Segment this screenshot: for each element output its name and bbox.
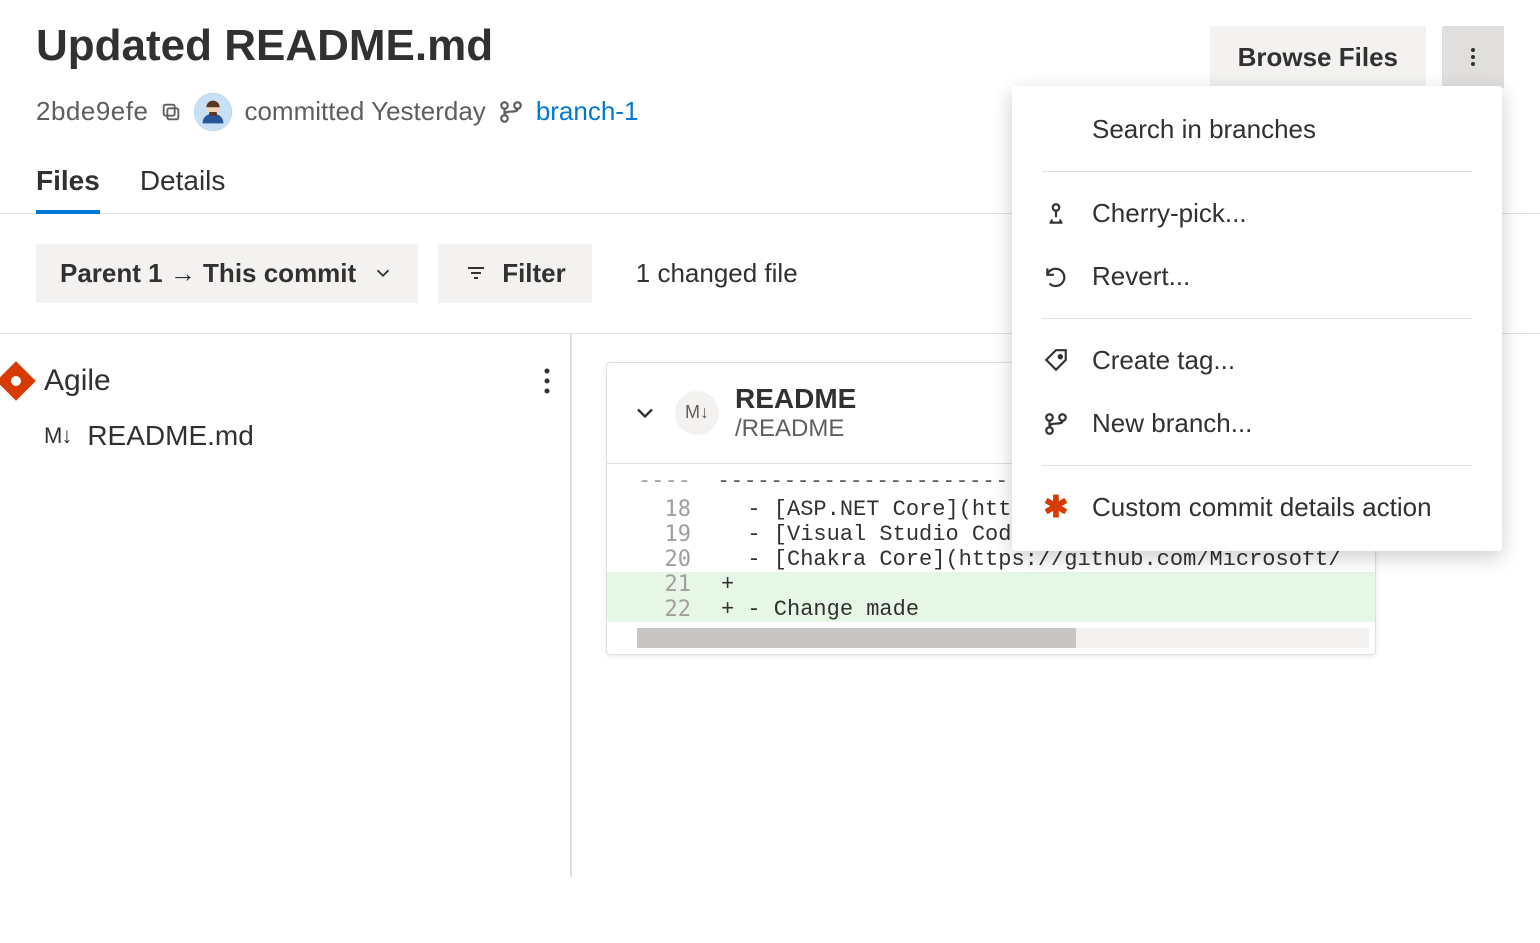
commit-hash: 2bde9efe — [36, 96, 148, 127]
line-number: 20 — [607, 547, 717, 572]
menu-item-label: New branch... — [1092, 408, 1252, 439]
line-number: 22 — [607, 597, 717, 622]
file-tree-item-name: README.md — [87, 420, 253, 452]
copy-icon[interactable] — [160, 101, 182, 123]
menu-separator — [1042, 465, 1472, 466]
line-content — [717, 572, 1375, 597]
line-number: 18 — [607, 497, 717, 522]
revert-icon — [1042, 264, 1070, 290]
committed-label: committed Yesterday — [244, 96, 485, 127]
diff-file-path: /README — [735, 415, 856, 443]
menu-separator — [1042, 318, 1472, 319]
compare-picker[interactable]: Parent 1 → This commit — [36, 244, 418, 303]
tab-details[interactable]: Details — [140, 165, 226, 213]
markdown-icon: M↓ — [44, 423, 71, 449]
more-actions-button[interactable] — [1442, 26, 1504, 88]
branch-icon — [1042, 411, 1070, 437]
branch-link[interactable]: branch-1 — [536, 96, 639, 127]
diff-line: 22- Change made — [607, 597, 1375, 622]
menu-new-branch[interactable]: New branch... — [1012, 392, 1502, 455]
repo-icon — [0, 361, 36, 401]
menu-custom-action[interactable]: ✱ Custom commit details action — [1012, 476, 1502, 539]
more-actions-menu: Search in branches Cherry-pick... Revert… — [1012, 86, 1502, 551]
horizontal-scrollbar[interactable] — [637, 628, 1369, 648]
menu-separator — [1042, 171, 1472, 172]
tree-more-icon[interactable] — [544, 368, 550, 394]
file-type-icon: M↓ — [675, 391, 719, 435]
line-content: - Change made — [717, 597, 1375, 622]
diff-line: 21 — [607, 572, 1375, 597]
filter-label: Filter — [502, 258, 566, 289]
chevron-down-icon[interactable] — [631, 399, 659, 427]
avatar[interactable] — [194, 93, 232, 131]
branch-icon — [498, 99, 524, 125]
changed-files-count: 1 changed file — [636, 258, 798, 289]
commit-title: Updated README.md — [36, 20, 1210, 73]
menu-revert[interactable]: Revert... — [1012, 245, 1502, 308]
file-tree-item[interactable]: M↓ README.md — [0, 398, 570, 452]
tab-files[interactable]: Files — [36, 165, 100, 213]
line-number: 21 — [607, 572, 717, 597]
compare-label: Parent 1 → This commit — [60, 258, 356, 289]
repo-name: Agile — [44, 364, 111, 398]
menu-item-label: Cherry-pick... — [1092, 198, 1247, 229]
menu-item-label: Custom commit details action — [1092, 492, 1432, 523]
menu-search-branches[interactable]: Search in branches — [1012, 98, 1502, 161]
diff-file-name: README — [735, 383, 856, 415]
menu-cherry-pick[interactable]: Cherry-pick... — [1012, 182, 1502, 245]
menu-item-label: Create tag... — [1092, 345, 1235, 376]
custom-action-icon: ✱ — [1042, 495, 1070, 521]
menu-create-tag[interactable]: Create tag... — [1012, 329, 1502, 392]
menu-item-label: Revert... — [1092, 261, 1190, 292]
line-number: 19 — [607, 522, 717, 547]
tag-icon — [1042, 348, 1070, 374]
menu-item-label: Search in branches — [1092, 114, 1316, 145]
browse-files-button[interactable]: Browse Files — [1210, 26, 1426, 89]
filter-button[interactable]: Filter — [438, 244, 592, 303]
cherry-pick-icon — [1042, 201, 1070, 227]
file-tree-sidebar: Agile M↓ README.md — [0, 334, 572, 877]
